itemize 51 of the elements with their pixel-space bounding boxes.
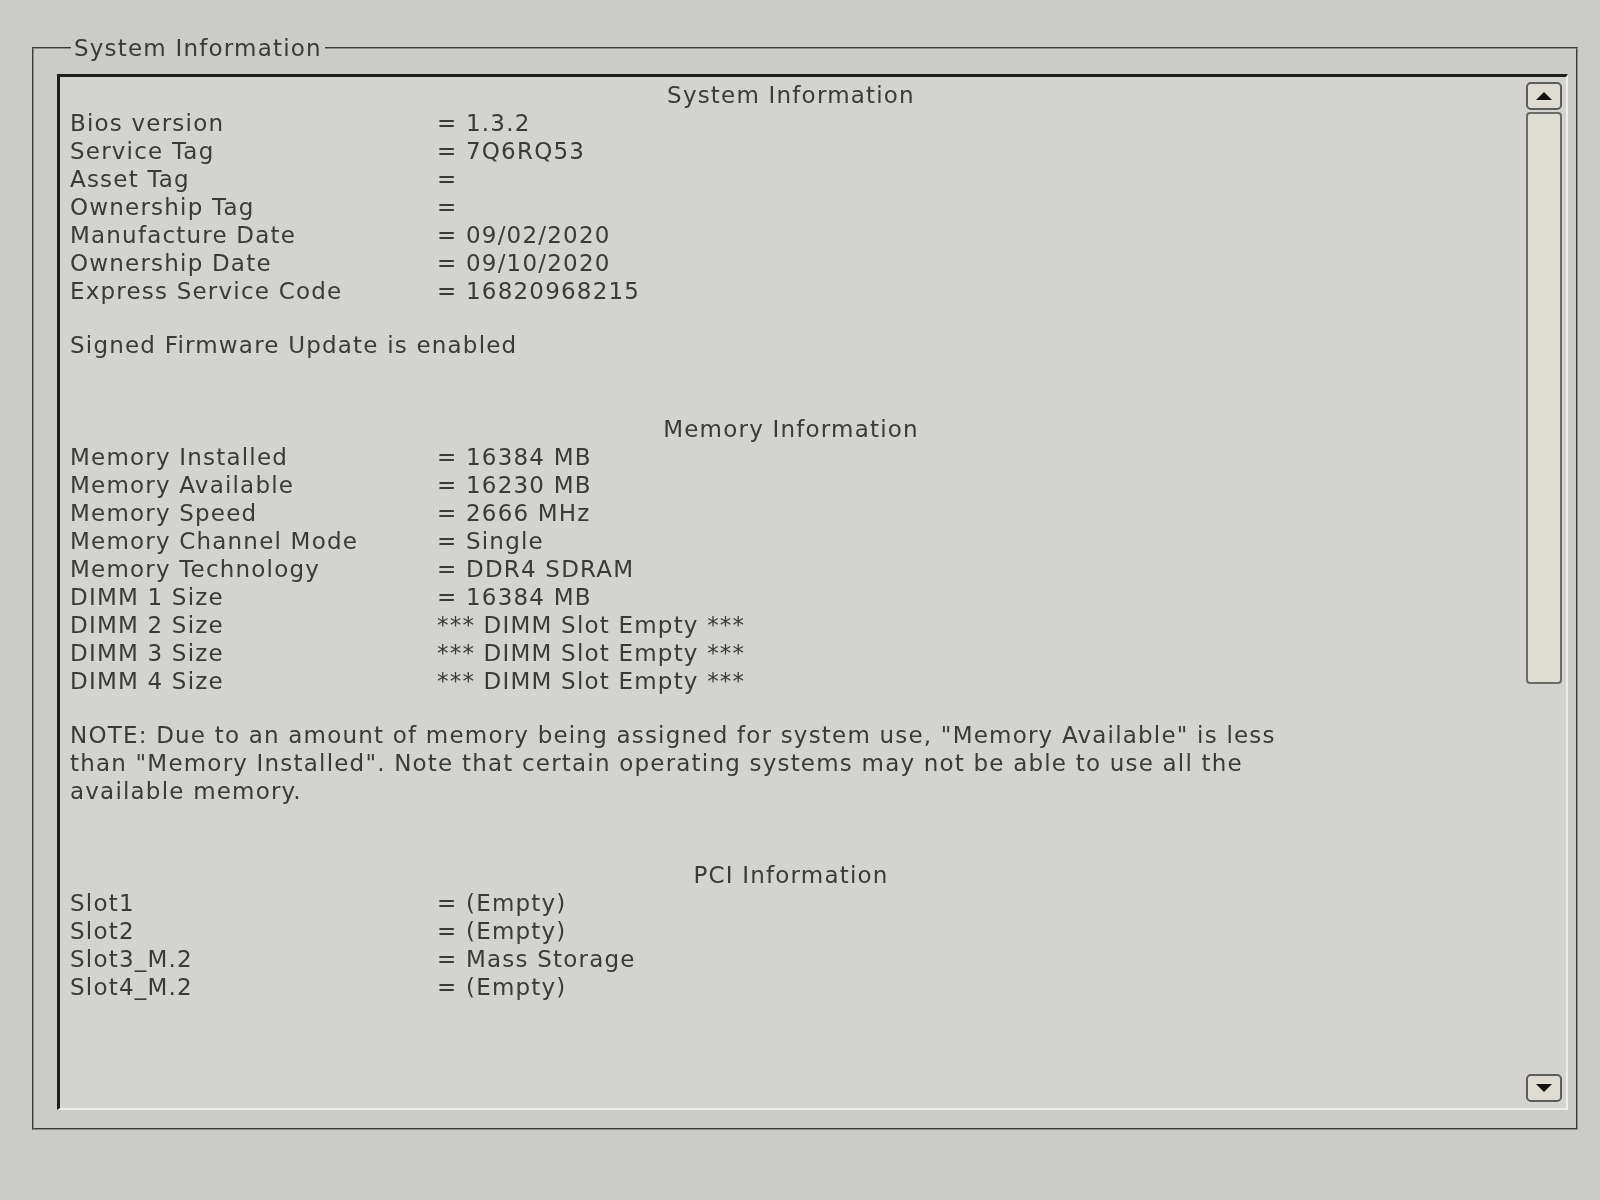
field-value: = 09/02/2020 <box>437 222 611 248</box>
field-value: = 16230 MB <box>437 472 592 498</box>
field-value: = 16384 MB <box>437 444 592 470</box>
section-heading: System Information <box>667 82 915 108</box>
field-label: Express Service Code <box>70 278 343 304</box>
field-label: DIMM 4 Size <box>70 668 224 694</box>
field-label: Memory Installed <box>70 444 289 470</box>
field-value: = (Empty) <box>437 974 567 1000</box>
field-value: *** DIMM Slot Empty *** <box>437 640 746 666</box>
field-label: Slot2 <box>70 918 135 944</box>
note-text: NOTE: Due to an amount of memory being assigned for system use, "Memory Available" is less than "Memory Installed". Note that certain operating systems may not be able to use all the available memory. <box>70 721 1277 805</box>
field-value: *** DIMM Slot Empty *** <box>437 612 746 638</box>
field-value: = <box>437 194 458 220</box>
field-value: = Mass Storage <box>437 946 636 972</box>
field-label: Bios version <box>70 110 225 136</box>
field-label: Memory Speed <box>70 500 258 526</box>
group-title: System Information <box>73 36 323 60</box>
field-value: = 2666 MHz <box>437 500 591 526</box>
field-label: DIMM 3 Size <box>70 640 224 666</box>
field-value: = Single <box>437 528 544 554</box>
scrollbar-thumb[interactable] <box>1526 112 1562 684</box>
field-value: = 16384 MB <box>437 584 592 610</box>
down-triangle-icon <box>1536 1084 1552 1092</box>
section-heading: PCI Information <box>693 862 889 888</box>
field-label: Service Tag <box>70 138 215 164</box>
field-value: = 09/10/2020 <box>437 250 611 276</box>
field-label: Memory Available <box>70 472 295 498</box>
up-triangle-icon <box>1536 92 1552 100</box>
field-label: Slot1 <box>70 890 135 916</box>
field-label: Memory Technology <box>70 556 321 582</box>
field-label: Asset Tag <box>70 166 190 192</box>
note-text: Signed Firmware Update is enabled <box>70 331 519 359</box>
field-value: = <box>437 166 458 192</box>
field-value: = DDR4 SDRAM <box>437 556 635 582</box>
field-label: DIMM 2 Size <box>70 612 224 638</box>
field-value: = 1.3.2 <box>437 110 531 136</box>
field-value: = (Empty) <box>437 890 567 916</box>
field-label: Ownership Date <box>70 250 272 276</box>
field-label: Ownership Tag <box>70 194 255 220</box>
field-value: = 16820968215 <box>437 278 641 304</box>
field-value: = (Empty) <box>437 918 567 944</box>
field-label: Slot4_M.2 <box>70 974 193 1000</box>
field-label: Memory Channel Mode <box>70 528 359 554</box>
scroll-up-button[interactable] <box>1526 82 1562 110</box>
field-label: Slot3_M.2 <box>70 946 193 972</box>
field-value: *** DIMM Slot Empty *** <box>437 668 746 694</box>
section-heading: Memory Information <box>663 416 919 442</box>
field-label: Manufacture Date <box>70 222 297 248</box>
field-value: = 7Q6RQ53 <box>437 138 586 164</box>
field-label: DIMM 1 Size <box>70 584 224 610</box>
scroll-down-button[interactable] <box>1526 1074 1562 1102</box>
